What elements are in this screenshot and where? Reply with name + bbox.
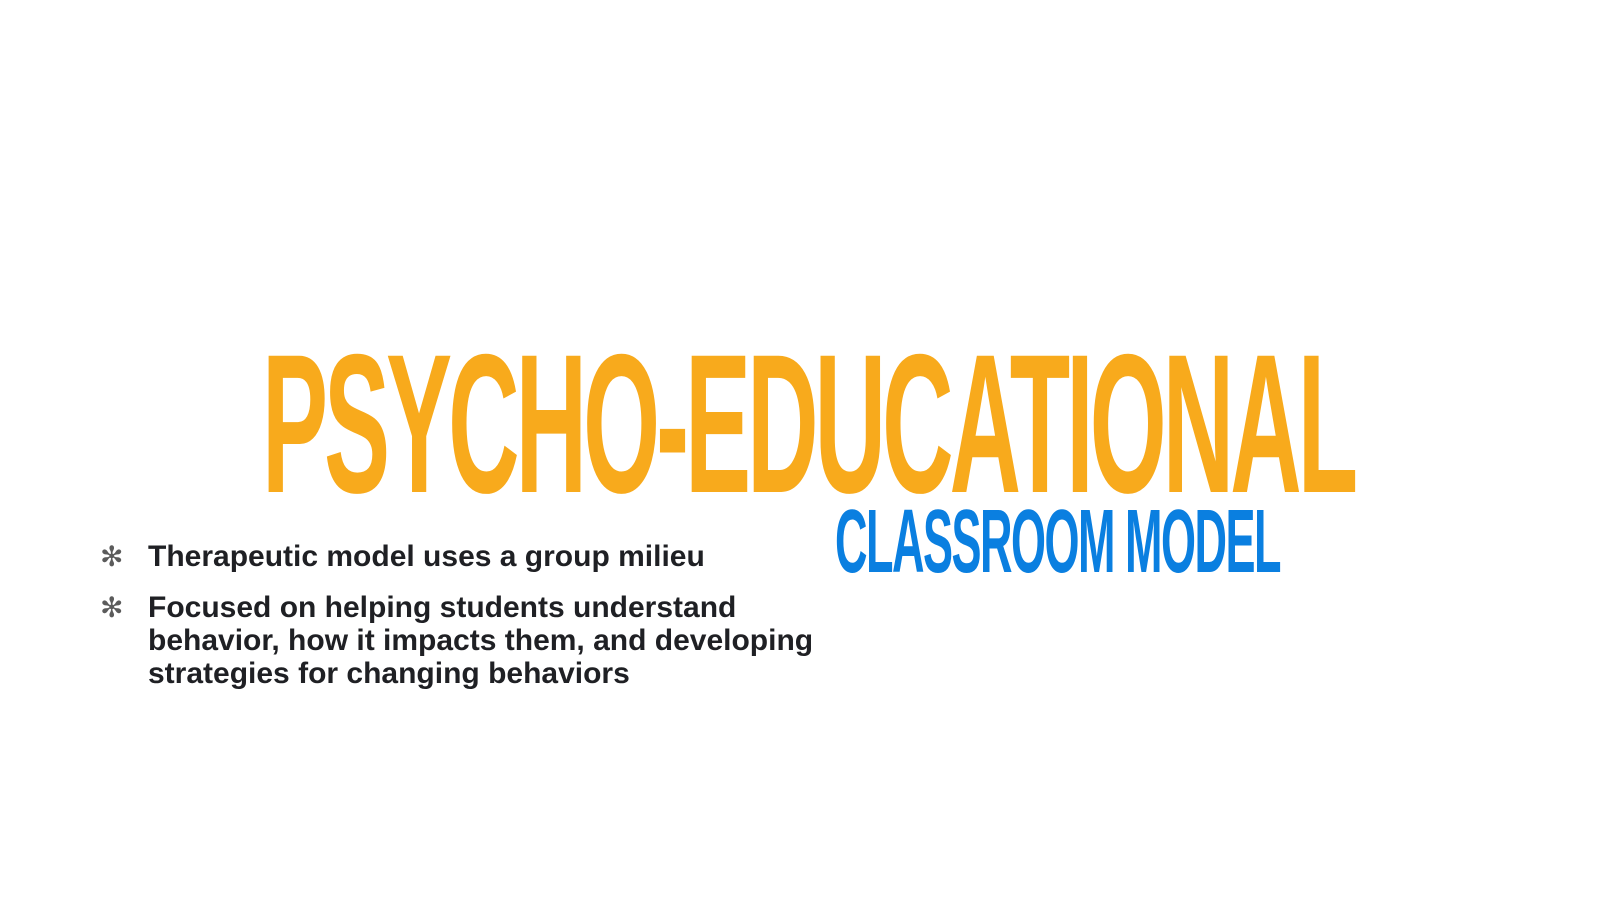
bullet-item: ✻ Therapeutic model uses a group milieu bbox=[100, 540, 820, 573]
slide: PSYCHO-EDUCATIONAL CLASSROOM MODEL ✻ The… bbox=[0, 0, 1600, 900]
asterisk-bullet-icon: ✻ bbox=[100, 591, 124, 624]
bullet-list: ✻ Therapeutic model uses a group milieu … bbox=[100, 540, 820, 708]
asterisk-bullet-icon: ✻ bbox=[100, 540, 124, 573]
bullet-text: Focused on helping students understand b… bbox=[148, 591, 814, 690]
bullet-text: Therapeutic model uses a group milieu bbox=[148, 540, 705, 573]
bullet-item: ✻ Focused on helping students understand… bbox=[100, 591, 820, 690]
slide-subtitle: CLASSROOM MODEL bbox=[835, 492, 1281, 592]
slide-title: PSYCHO-EDUCATIONAL bbox=[262, 313, 1358, 534]
